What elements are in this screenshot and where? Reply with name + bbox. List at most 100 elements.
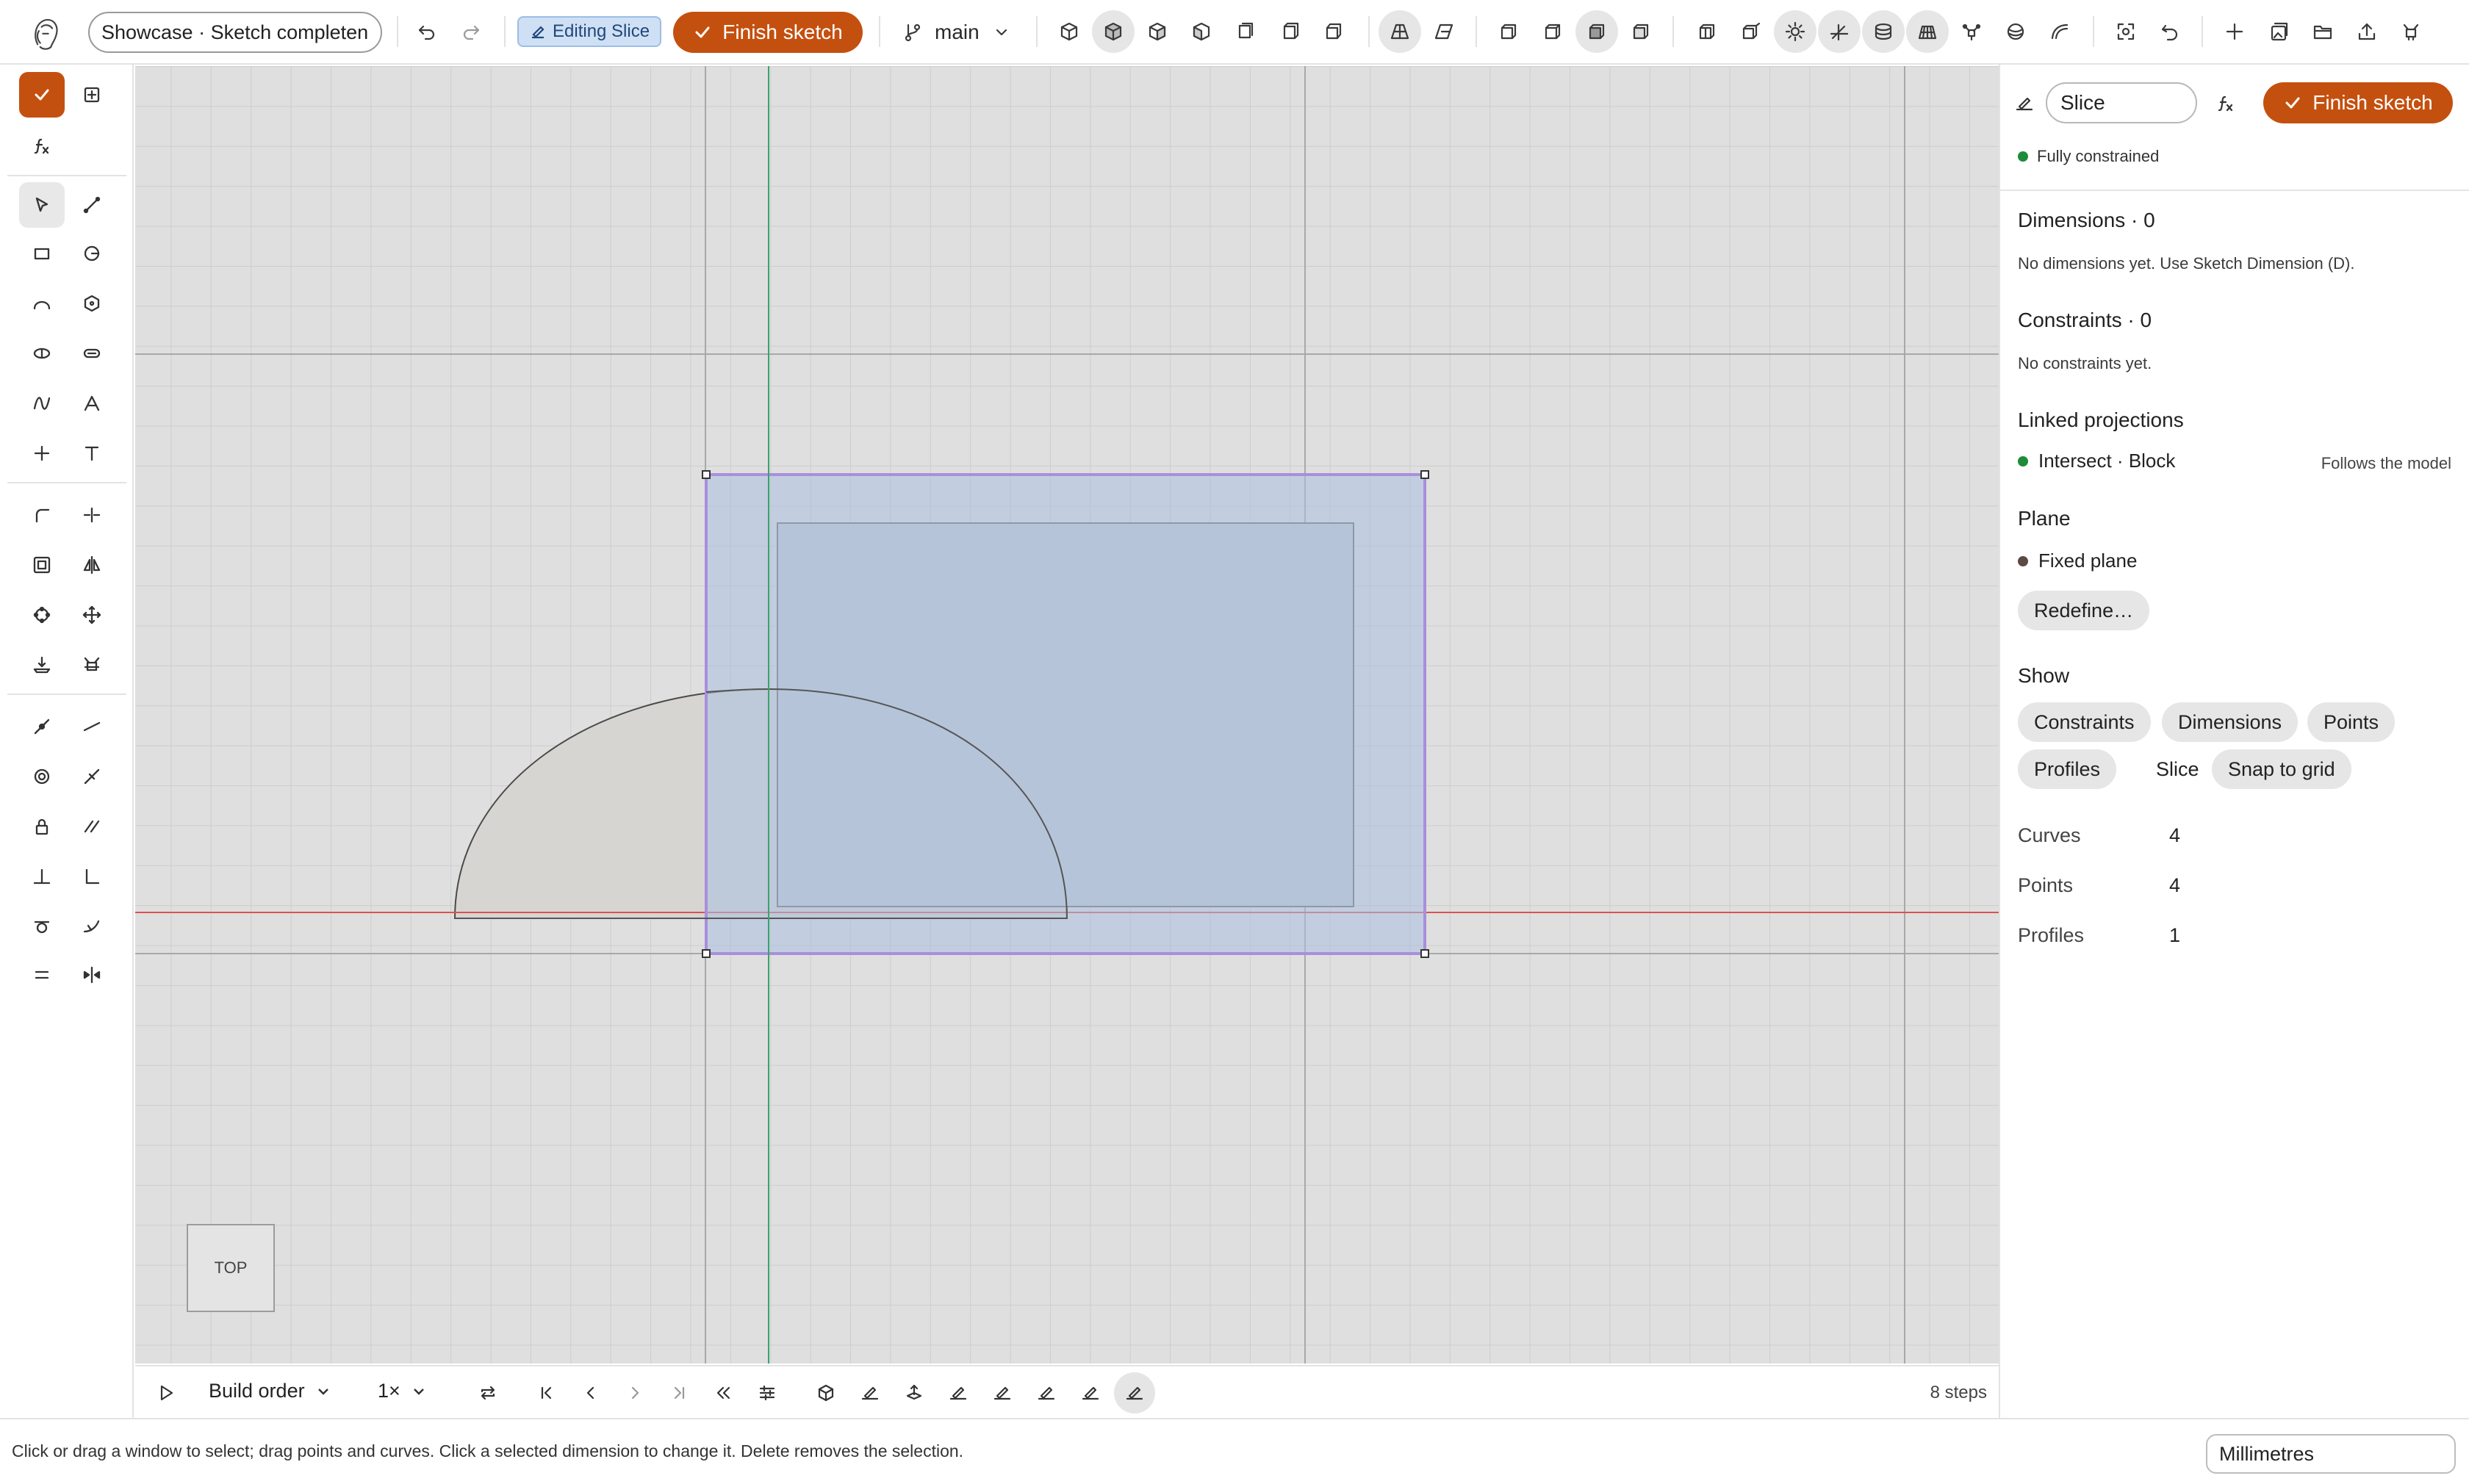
- slot-tool[interactable]: [69, 331, 115, 376]
- view-iso-button[interactable]: [1048, 10, 1090, 53]
- view-top-button[interactable]: [1312, 10, 1355, 53]
- circle-tool[interactable]: [69, 231, 115, 276]
- parallel-constraint[interactable]: [69, 804, 115, 849]
- collinear-constraint[interactable]: [69, 704, 115, 749]
- display-box-button[interactable]: [1487, 10, 1530, 53]
- add-sketch-tool[interactable]: [69, 72, 115, 118]
- build-order-dropdown[interactable]: Build order: [209, 1380, 331, 1402]
- show-dimensions-toggle[interactable]: Dimensions: [2162, 702, 2299, 742]
- intersect-tool[interactable]: [69, 642, 115, 688]
- grid-button[interactable]: [1906, 10, 1949, 53]
- midpoint-constraint[interactable]: [69, 754, 115, 799]
- redefine-plane-button[interactable]: Redefine…: [2018, 591, 2150, 630]
- mirror-tool[interactable]: [69, 542, 115, 588]
- snap-to-grid-toggle[interactable]: Snap to grid: [2212, 749, 2351, 789]
- formula-icon[interactable]: [2213, 91, 2238, 116]
- accept-sketch-tool[interactable]: [19, 72, 65, 118]
- 3d-viewport[interactable]: TOP: [135, 66, 1999, 1364]
- rewind-button[interactable]: [702, 1372, 744, 1413]
- explode-button[interactable]: [1730, 10, 1772, 53]
- point-tool[interactable]: [19, 431, 65, 476]
- materials-button[interactable]: [1994, 10, 2037, 53]
- display-shaded-button[interactable]: [1575, 10, 1618, 53]
- prev-step-button[interactable]: [570, 1372, 611, 1413]
- export-button[interactable]: [2346, 10, 2388, 53]
- view-front-button[interactable]: [1136, 10, 1179, 53]
- next-step-button[interactable]: [614, 1372, 655, 1413]
- corner-handle[interactable]: [702, 470, 711, 479]
- display-edges-button[interactable]: [1620, 10, 1662, 53]
- timeline-settings-button[interactable]: [747, 1372, 788, 1413]
- linked-projection-item[interactable]: Intersect · Block: [2018, 450, 2175, 472]
- branch-selector[interactable]: main: [902, 12, 1012, 53]
- grid-floor-button[interactable]: [1862, 10, 1905, 53]
- line-tool[interactable]: [69, 182, 115, 228]
- tangent-constraint[interactable]: [69, 904, 115, 949]
- spline-tool[interactable]: [19, 381, 65, 426]
- fix-constraint[interactable]: [19, 804, 65, 849]
- step-sketch-1[interactable]: [849, 1372, 891, 1413]
- open-button[interactable]: [2301, 10, 2344, 53]
- equal-constraint[interactable]: [19, 952, 65, 998]
- loop-button[interactable]: [467, 1372, 508, 1413]
- display-hidden-button[interactable]: [1531, 10, 1574, 53]
- right-angle-constraint[interactable]: [69, 854, 115, 899]
- move-tool[interactable]: [69, 592, 115, 638]
- orthographic-button[interactable]: [1423, 10, 1465, 53]
- step-sketch-5[interactable]: [1070, 1372, 1111, 1413]
- ellipse-tool[interactable]: [19, 331, 65, 376]
- conic-tool[interactable]: [69, 381, 115, 426]
- trim-tool[interactable]: [69, 492, 115, 538]
- offset-tool[interactable]: [19, 542, 65, 588]
- lighting-button[interactable]: [1774, 10, 1816, 53]
- show-points-toggle[interactable]: Points: [2307, 702, 2396, 742]
- show-slice-toggle[interactable]: Slice: [2140, 749, 2215, 789]
- step-sketch-4[interactable]: [1026, 1372, 1067, 1413]
- fit-view-button[interactable]: [2105, 10, 2147, 53]
- document-name-field[interactable]: Showcase · Sketch completen: [88, 12, 382, 53]
- text-tool[interactable]: [69, 431, 115, 476]
- view-shaded-button[interactable]: [1092, 10, 1135, 53]
- step-sketch-2[interactable]: [938, 1372, 979, 1413]
- finish-sketch-button[interactable]: Finish sketch: [673, 12, 863, 53]
- play-button[interactable]: [145, 1372, 187, 1413]
- pattern-tool[interactable]: [19, 592, 65, 638]
- redo-button[interactable]: [450, 10, 492, 53]
- view-left-button[interactable]: [1224, 10, 1267, 53]
- symmetric-constraint[interactable]: [69, 952, 115, 998]
- corner-handle[interactable]: [702, 949, 711, 958]
- view-cube[interactable]: TOP: [187, 1224, 275, 1312]
- step-slice-current[interactable]: [1114, 1372, 1155, 1413]
- reset-view-button[interactable]: [2149, 10, 2191, 53]
- last-step-button[interactable]: [658, 1372, 700, 1413]
- perpendicular-constraint[interactable]: [19, 854, 65, 899]
- section-button[interactable]: [1686, 10, 1728, 53]
- view-back-button[interactable]: [1180, 10, 1223, 53]
- sketch-name-input[interactable]: Slice: [2046, 82, 2197, 123]
- polygon-tool[interactable]: [69, 281, 115, 326]
- slice-profile-selection[interactable]: [705, 473, 1426, 955]
- insert-image-button[interactable]: [2257, 10, 2300, 53]
- rectangle-tool[interactable]: [19, 231, 65, 276]
- robot-button[interactable]: [2390, 10, 2432, 53]
- silhouette-button[interactable]: [2038, 10, 2081, 53]
- horizontal-constraint[interactable]: [19, 904, 65, 949]
- select-tool[interactable]: [19, 182, 65, 228]
- speed-dropdown[interactable]: 1×: [378, 1380, 427, 1402]
- step-sketch-3[interactable]: [982, 1372, 1023, 1413]
- arc-tool[interactable]: [19, 281, 65, 326]
- gizmo-button[interactable]: [1950, 10, 1993, 53]
- app-logo[interactable]: [22, 9, 69, 56]
- step-extrude[interactable]: [894, 1372, 935, 1413]
- undo-button[interactable]: [406, 10, 448, 53]
- add-button[interactable]: [2213, 10, 2256, 53]
- formula-tool[interactable]: [19, 123, 65, 169]
- fillet-tool[interactable]: [19, 492, 65, 538]
- show-profiles-toggle[interactable]: Profiles: [2018, 749, 2117, 789]
- units-select[interactable]: Millimetres: [2206, 1434, 2456, 1474]
- project-tool[interactable]: [19, 642, 65, 688]
- axes-button[interactable]: [1818, 10, 1861, 53]
- view-right-button[interactable]: [1268, 10, 1311, 53]
- first-step-button[interactable]: [526, 1372, 567, 1413]
- coincident-constraint[interactable]: [19, 704, 65, 749]
